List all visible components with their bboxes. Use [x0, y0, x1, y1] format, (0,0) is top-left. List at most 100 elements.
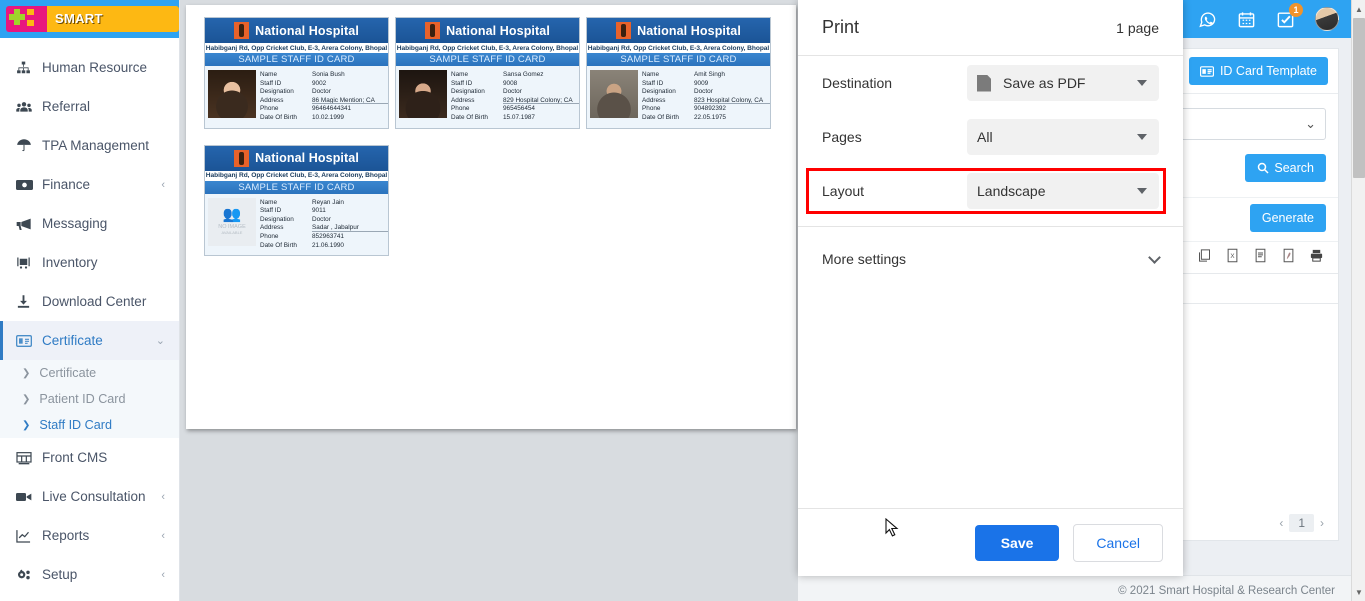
field-value-name: Reyan Jain: [312, 199, 385, 208]
pagination-page-1[interactable]: 1: [1289, 514, 1314, 532]
sidebar-item-tpa-management[interactable]: TPA Management: [0, 126, 179, 165]
id-card-body: NameAmit Singh Staff ID9009 DesignationD…: [587, 66, 770, 128]
sidebar-label: Referral: [38, 99, 165, 114]
destination-select[interactable]: Save as PDF: [967, 65, 1159, 101]
id-card-grid: National Hospital Habibganj Rd, Opp Cric…: [186, 5, 796, 256]
chevron-left-icon: ‹: [161, 179, 165, 191]
more-settings-toggle[interactable]: More settings: [798, 235, 1183, 283]
preview-paper: National Hospital Habibganj Rd, Opp Cric…: [186, 5, 796, 429]
header-icon-group: 1: [1198, 0, 1339, 38]
avatar[interactable]: [1315, 7, 1339, 31]
print-dialog-footer: Save Cancel: [798, 508, 1183, 576]
hospital-address: Habibganj Rd, Opp Cricket Club, E-3, Are…: [205, 171, 388, 181]
sidebar-item-certificate[interactable]: Certificate ⌄: [0, 321, 179, 360]
sidebar-item-finance[interactable]: Finance ‹: [0, 165, 179, 204]
hospital-name: National Hospital: [255, 24, 359, 38]
cancel-button[interactable]: Cancel: [1073, 524, 1163, 562]
pdf-icon[interactable]: [1281, 248, 1296, 268]
staff-photo: [208, 70, 256, 118]
chevron-left-icon: ‹: [161, 491, 165, 503]
tasks-badge: 1: [1289, 3, 1303, 17]
sidebar-item-download-center[interactable]: Download Center: [0, 282, 179, 321]
id-card-fields: NameReyan Jain Staff ID9011 DesignationD…: [260, 198, 385, 251]
field-value-address: 829 Hospital Colony; CA: [503, 97, 576, 106]
card-banner: SAMPLE STAFF ID CARD: [205, 53, 388, 66]
chevron-down-icon: [1137, 134, 1147, 140]
layout-value: Landscape: [977, 183, 1046, 199]
sidebar-item-front-cms[interactable]: Front CMS: [0, 438, 179, 477]
id-card: National Hospital Habibganj Rd, Opp Cric…: [204, 145, 389, 257]
scroll-up-arrow[interactable]: ▲: [1352, 0, 1365, 18]
field-label-phone: Phone: [451, 105, 503, 114]
field-value-staff-id: 9002: [312, 80, 385, 89]
calendar-icon[interactable]: [1237, 10, 1256, 29]
sidebar-item-inventory[interactable]: Inventory: [0, 243, 179, 282]
sidebar-nav: Human Resource Referral TPA Management: [0, 38, 179, 594]
sidebar-item-live-consultation[interactable]: Live Consultation ‹: [0, 477, 179, 516]
pdf-file-icon: [977, 75, 991, 92]
pagination-prev[interactable]: ‹: [1279, 516, 1283, 530]
csv-icon[interactable]: [1253, 248, 1268, 268]
field-label-dob: Date Of Birth: [451, 114, 503, 123]
copy-icon[interactable]: [1197, 248, 1212, 268]
field-value-address: 823 Hospital Colony, CA: [694, 97, 767, 106]
sidebar-subnav-certificate: ❯ Certificate ❯ Patient ID Card ❯ Staff …: [0, 360, 179, 438]
field-label-designation: Designation: [642, 88, 694, 97]
field-value-phone: 965456454: [503, 105, 576, 114]
field-value-phone: 852963741: [312, 233, 385, 242]
pagination-next[interactable]: ›: [1320, 516, 1324, 530]
field-value-name: Sansa Gomez: [503, 71, 576, 80]
scrollbar-thumb[interactable]: [1353, 18, 1365, 178]
chevron-down-icon: [1137, 188, 1147, 194]
sidebar-item-human-resource[interactable]: Human Resource: [0, 48, 179, 87]
hospital-name: National Hospital: [637, 24, 741, 38]
print-icon[interactable]: [1309, 248, 1324, 268]
hospital-name: National Hospital: [446, 24, 550, 38]
chevron-down-icon: [1148, 251, 1161, 264]
field-label-phone: Phone: [260, 233, 312, 242]
hospital-emblem-icon: [425, 22, 440, 39]
whatsapp-icon[interactable]: [1198, 10, 1217, 29]
sidebar-label: Front CMS: [38, 450, 165, 465]
excel-icon[interactable]: X: [1225, 248, 1240, 268]
field-value-dob: 21.06.1990: [312, 242, 385, 251]
sidebar-label: Download Center: [38, 294, 165, 309]
sidebar-item-staff-id-card[interactable]: ❯ Staff ID Card: [0, 412, 179, 438]
users-icon: [16, 100, 38, 114]
id-card-fields: NameAmit Singh Staff ID9009 DesignationD…: [642, 70, 767, 123]
chart-icon: [16, 529, 38, 543]
field-value-designation: Doctor: [312, 216, 385, 225]
field-label-dob: Date Of Birth: [260, 242, 312, 251]
pages-select[interactable]: All: [967, 119, 1159, 155]
sidebar-item-setup[interactable]: Setup ‹: [0, 555, 179, 594]
layout-label: Layout: [822, 183, 967, 199]
search-button[interactable]: Search: [1245, 154, 1326, 182]
hospital-address: Habibganj Rd, Opp Cricket Club, E-3, Are…: [587, 43, 770, 53]
field-label-name: Name: [260, 199, 312, 208]
sidebar-item-reports[interactable]: Reports ‹: [0, 516, 179, 555]
app-logo[interactable]: SMART HOSPITAL: [6, 6, 179, 32]
browser-scrollbar[interactable]: ▲ ▼: [1351, 0, 1365, 601]
layout-select[interactable]: Landscape: [967, 173, 1159, 209]
id-card: National Hospital Habibganj Rd, Opp Cric…: [204, 17, 389, 129]
field-value-name: Amit Singh: [694, 71, 767, 80]
save-button[interactable]: Save: [975, 525, 1060, 561]
footer-copyright: © 2021 Smart Hospital & Research Center: [1118, 585, 1335, 597]
field-value-designation: Doctor: [694, 88, 767, 97]
sidebar-item-messaging[interactable]: Messaging: [0, 204, 179, 243]
tasks-icon[interactable]: 1: [1276, 10, 1295, 29]
generate-button[interactable]: Generate: [1250, 204, 1326, 232]
id-card: National Hospital Habibganj Rd, Opp Cric…: [586, 17, 771, 129]
sidebar-item-certificate-sub[interactable]: ❯ Certificate: [0, 360, 179, 386]
id-card-fields: NameSonia Bush Staff ID9002 DesignationD…: [260, 70, 385, 123]
field-value-name: Sonia Bush: [312, 71, 385, 80]
id-card-template-button[interactable]: ID Card Template: [1189, 57, 1328, 85]
field-label-designation: Designation: [260, 216, 312, 225]
sidebar-label: Live Consultation: [38, 489, 161, 504]
field-value-staff-id: 9011: [312, 207, 385, 216]
pages-label: Pages: [822, 129, 967, 145]
sidebar-item-patient-id-card[interactable]: ❯ Patient ID Card: [0, 386, 179, 412]
sidebar-item-referral[interactable]: Referral: [0, 87, 179, 126]
id-card-body: NameSansa Gomez Staff ID9008 Designation…: [396, 66, 579, 128]
scroll-down-arrow[interactable]: ▼: [1352, 583, 1365, 601]
